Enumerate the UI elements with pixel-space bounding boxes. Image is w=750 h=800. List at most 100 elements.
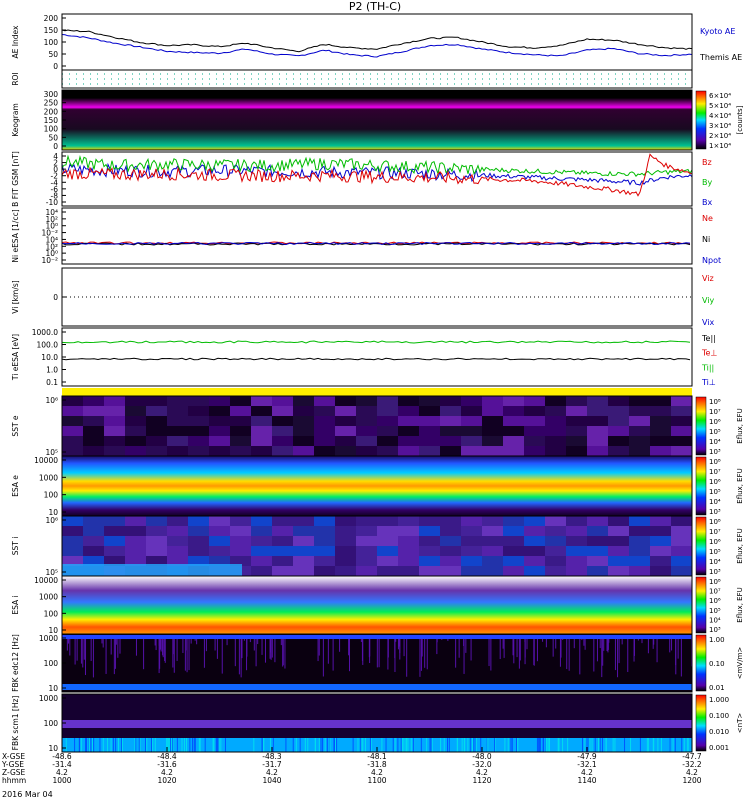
sst-i-cell [482, 536, 504, 547]
sst-e-cell [398, 436, 420, 447]
sst-i-cell [293, 556, 315, 567]
bfield-frame [61, 151, 693, 207]
sst-e-cell [230, 406, 252, 417]
bfield-legend-bz: Bz [702, 158, 712, 167]
sst-i-cell [398, 546, 420, 557]
fbk-b-colorbar [695, 694, 707, 752]
sst-e-cell [62, 406, 84, 417]
sst-i-colorbar-label: Eflux, EFU [736, 528, 744, 563]
sst-e-cell [650, 446, 672, 457]
sst-i-cell [566, 526, 588, 537]
keogram-colorbar-tick: 3×10⁴ [709, 122, 731, 130]
sst-i-colorbar [695, 516, 707, 576]
temperature-ytick: 10.0 [41, 353, 58, 362]
sst-e-cell [167, 416, 189, 427]
sst-i-cell [167, 546, 189, 557]
sst-i-cell [419, 526, 441, 537]
esa-e-colorbar-label: Eflux, EFU [736, 468, 744, 503]
sst-e-cell [482, 446, 504, 457]
temperature-panel [61, 340, 691, 361]
sst-e-cell [461, 416, 483, 427]
sst-i-cell [377, 536, 399, 547]
temperature-ylabel: Ti eESA [eV] [11, 334, 20, 381]
sst-i-cell [377, 556, 399, 567]
sst-e-cell [356, 406, 378, 417]
sst-i-cell [671, 566, 693, 577]
sst-e-cell [230, 426, 252, 437]
esa-i-ylabel: ESA i [11, 595, 20, 614]
sst-e-cell [335, 426, 357, 437]
sst-i-cell [545, 526, 567, 537]
sst-i-cell [461, 526, 483, 537]
sst-e-cell [125, 446, 147, 457]
keogram-ytick: 0 [53, 142, 58, 151]
sst-i-cell [503, 566, 525, 577]
sst-i-cell [272, 526, 294, 537]
sst-e-cell [62, 446, 84, 457]
density-legend-ne: Ne [702, 214, 713, 223]
sst-e-cell [314, 406, 336, 417]
sst-i-cell [524, 536, 546, 547]
sst-e-cell [503, 446, 525, 457]
fbk-b-ytick: 100 [44, 719, 59, 728]
sst-e-cell [482, 436, 504, 447]
sst-e-colorbar-tick: 10⁸ [709, 398, 721, 406]
sst-e-cell [524, 446, 546, 457]
sst-e-cell [356, 396, 378, 407]
b-series-bx [61, 162, 693, 186]
sst-e-cell [671, 426, 693, 437]
sst-i-cell [482, 556, 504, 567]
sst-e-cell [167, 396, 189, 407]
sst-i-cell [503, 546, 525, 557]
keogram-ytick: 50 [48, 133, 58, 142]
sst-i-cell [461, 556, 483, 567]
sst-i-cell [524, 516, 546, 527]
esa-e-colorbar-tick: 10⁶ [709, 478, 721, 486]
velocity-legend-viy: Viy [702, 296, 715, 305]
sst-i-cell [650, 526, 672, 537]
sst-e-cell [629, 396, 651, 407]
keogram-band [62, 98, 692, 150]
sst-e-cell [398, 396, 420, 407]
sst-e-cell [104, 406, 126, 417]
spectrogram-panels [62, 388, 693, 752]
sst-e-cell [608, 436, 630, 447]
fbk-e-ytick: 100 [44, 659, 59, 668]
sst-e-cell [356, 446, 378, 457]
sst-i-cell [671, 536, 693, 547]
sst-e-cell [419, 396, 441, 407]
sst-e-cell [293, 406, 315, 417]
sst-i-cell [524, 566, 546, 577]
sst-i-cell [524, 546, 546, 557]
sst-e-cell [587, 416, 609, 427]
sst-e-cell [419, 406, 441, 417]
sst-i-colorbar-tick: 10³ [709, 568, 721, 576]
fbk-e-colorbar-tick: 0.10 [709, 660, 725, 668]
sst-e-cell [398, 446, 420, 457]
sst-e-cell [293, 416, 315, 427]
sst-i-cell [188, 546, 210, 557]
sst-e-cell [251, 416, 273, 427]
sst-i-colorbar-tick: 10⁷ [709, 528, 721, 536]
sst-i-cell [419, 566, 441, 577]
sst-e-cell [461, 436, 483, 447]
sst-e-cell [104, 396, 126, 407]
esa-i-colorbar-tick: 10⁶ [709, 597, 721, 605]
sst-e-cell [251, 446, 273, 457]
sst-e-cell [545, 426, 567, 437]
sst-e-cell [314, 446, 336, 457]
fbk-e-bottom-band [62, 684, 692, 690]
esa-e-colorbar [695, 456, 707, 516]
keogram-colorbar [695, 90, 707, 150]
density-frame [61, 207, 693, 265]
sst-e-cell [62, 436, 84, 447]
sst-e-colorbar-tick: 10⁵ [709, 428, 721, 436]
sst-e-colorbar-tick: 10⁶ [709, 418, 721, 426]
sst-e-cell [440, 416, 462, 427]
esa-i-spectrum [62, 576, 692, 634]
sst-i-cell [419, 546, 441, 557]
sst-i-cell [398, 536, 420, 547]
sst-i-cell [125, 546, 147, 557]
density-legend-npot: Npot [702, 256, 721, 265]
sst-i-cell [356, 516, 378, 527]
